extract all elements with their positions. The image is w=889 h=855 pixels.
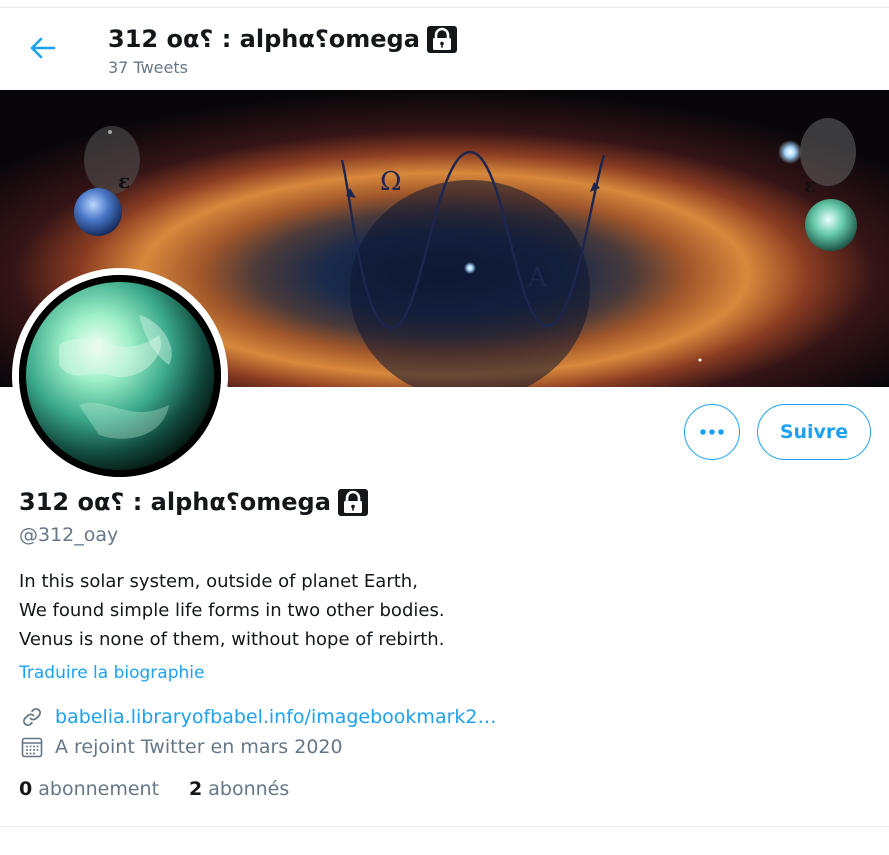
translate-bio-link[interactable]: Traduire la biographie xyxy=(19,663,204,683)
follow-button[interactable]: Suivre xyxy=(757,404,871,460)
lock-icon xyxy=(337,489,368,516)
following-link[interactable]: 0 abonnement xyxy=(19,778,159,800)
bio-line: In this solar system, outside of planet … xyxy=(19,571,418,592)
join-date-text: A rejoint Twitter en mars 2020 xyxy=(55,736,343,758)
header-title-text: 312 οα⸮ : alphα⸮οmega xyxy=(108,25,420,53)
website-link[interactable]: babelia.libraryofbabel.info/imagebookmar… xyxy=(55,706,497,728)
profile-join-date: A rejoint Twitter en mars 2020 xyxy=(19,734,343,760)
following-count: 0 xyxy=(19,778,33,800)
followers-link[interactable]: 2 abonnés xyxy=(189,778,289,800)
followers-count: 2 xyxy=(189,778,203,800)
follow-counts: 0 abonnement 2 abonnés xyxy=(19,778,319,800)
more-options-button[interactable] xyxy=(684,404,740,460)
more-dots-icon xyxy=(700,429,724,435)
tweet-count: 37 Tweets xyxy=(108,58,188,77)
following-label: abonnement xyxy=(38,778,160,800)
profile-name-text: 312 οα⸮ : alphα⸮οmega xyxy=(19,488,331,516)
lock-icon xyxy=(426,26,457,53)
profile-header: 312 οα⸮ : alphα⸮οmega 37 Tweets xyxy=(0,8,889,90)
back-arrow-icon xyxy=(30,37,56,59)
back-button[interactable] xyxy=(20,28,64,68)
profile-handle: @312_oay xyxy=(19,524,119,546)
followers-label: abonnés xyxy=(208,778,290,800)
bio-line: Venus is none of them, without hope of r… xyxy=(19,629,445,650)
bio-line: We found simple life forms in two other … xyxy=(19,600,445,621)
profile-bio: In this solar system, outside of planet … xyxy=(19,567,579,654)
avatar[interactable] xyxy=(12,268,228,484)
banner-label-alpha: Α xyxy=(527,263,548,293)
calendar-icon xyxy=(19,734,45,760)
link-icon xyxy=(19,704,45,730)
profile-website: babelia.libraryofbabel.info/imagebookmar… xyxy=(19,704,497,730)
banner-label-epsilon-right: ε xyxy=(804,173,816,197)
profile-name: 312 οα⸮ : alphα⸮οmega xyxy=(19,487,369,517)
avatar-image xyxy=(19,275,221,477)
header-title: 312 οα⸮ : alphα⸮οmega xyxy=(108,24,458,54)
banner-label-epsilon-left: ε xyxy=(118,169,130,193)
banner-label-omega: Ω xyxy=(380,167,402,197)
bottom-divider xyxy=(0,826,889,827)
planet-avatar-graphic xyxy=(19,275,221,477)
